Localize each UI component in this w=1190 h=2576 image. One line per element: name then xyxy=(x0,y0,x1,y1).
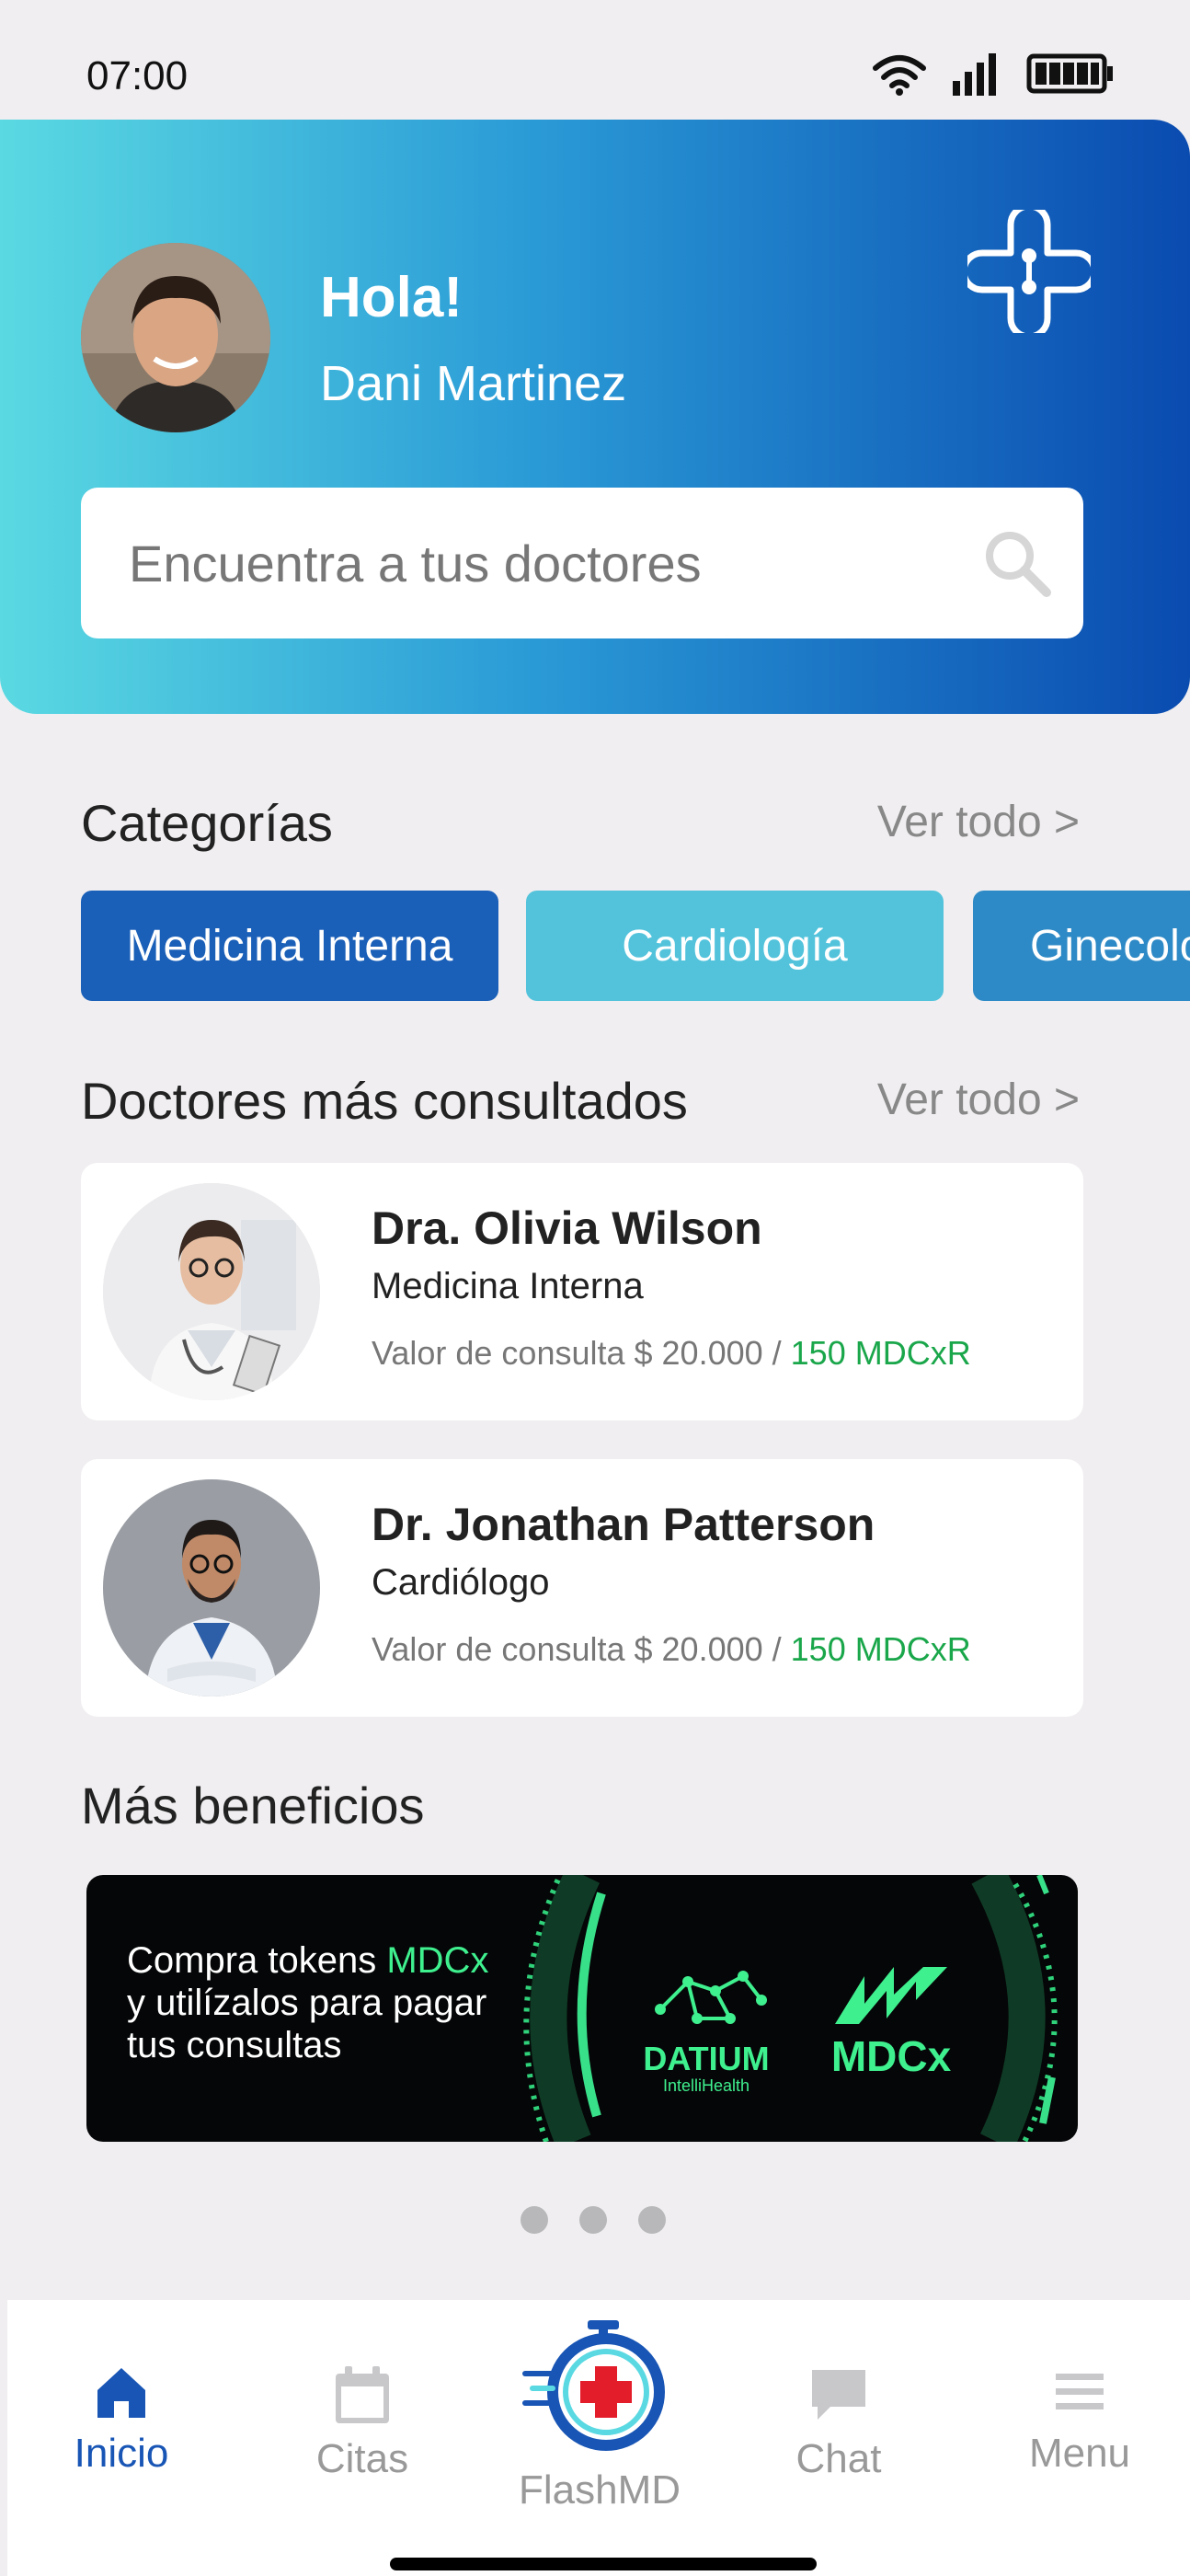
network-icon xyxy=(655,1971,767,2024)
status-time: 07:00 xyxy=(86,53,189,98)
greeting: Hola! xyxy=(320,266,463,329)
category-chip-cardiologia[interactable]: Cardiología xyxy=(526,891,944,1001)
medical-cross-logo-icon[interactable] xyxy=(967,210,1091,333)
carousel-dots xyxy=(521,2206,666,2234)
token-price: 150 MDCxR xyxy=(790,1630,971,1668)
category-chip-ginecologia[interactable]: Ginecología xyxy=(973,891,1190,1001)
categories-see-all-link[interactable]: Ver todo > xyxy=(877,797,1080,847)
status-icons xyxy=(872,52,1115,96)
mdcx-name: MDCx xyxy=(830,2032,952,2080)
banner-line3: tus consultas xyxy=(127,2025,342,2065)
doctors-see-all-link[interactable]: Ver todo > xyxy=(877,1075,1080,1125)
datium-logo: DATIUM IntelliHealth xyxy=(633,1963,780,2096)
categories-title: Categorías xyxy=(81,794,333,852)
carousel-dot[interactable] xyxy=(521,2206,548,2234)
battery-icon xyxy=(1026,53,1113,94)
user-name: Dani Martinez xyxy=(320,356,627,411)
search-input[interactable] xyxy=(129,488,956,638)
doctor-photo xyxy=(103,1479,320,1696)
price-text: Valor de consulta $ 20.000 / xyxy=(372,1630,791,1668)
nav-item-flashmd[interactable]: FlashMD xyxy=(508,2318,692,2513)
datium-name: DATIUM xyxy=(643,2040,770,2077)
banner-highlight: MDCx xyxy=(386,1940,489,1981)
doctor-specialty: Medicina Interna xyxy=(372,1266,644,1306)
doctor-specialty: Cardiólogo xyxy=(372,1562,550,1603)
carousel-dot[interactable] xyxy=(638,2206,666,2234)
nav-item-chat[interactable]: Chat xyxy=(747,2364,931,2482)
doctor-card[interactable]: Dra. Olivia Wilson Medicina Interna Valo… xyxy=(81,1163,1083,1420)
doctor-card[interactable]: Dr. Jonathan Patterson Cardiólogo Valor … xyxy=(81,1459,1083,1717)
nav-label: Citas xyxy=(315,2436,409,2481)
calendar-icon xyxy=(336,2366,389,2423)
benefits-title: Más beneficios xyxy=(81,1777,425,1834)
nav-label: Chat xyxy=(795,2436,882,2481)
doctor-name: Dra. Olivia Wilson xyxy=(372,1202,762,1254)
datium-subtitle: IntelliHealth xyxy=(662,2076,750,2095)
banner-line2: y utilízalos para pagar xyxy=(127,1983,487,2023)
bottom-nav: Inicio Citas FlashMD Chat Menu xyxy=(7,2300,1190,2576)
home-icon xyxy=(97,2368,145,2418)
mdcx-logo: MDCx xyxy=(822,1963,960,2080)
carousel-dot[interactable] xyxy=(579,2206,607,2234)
banner-text: Compra tokens MDCx y utilízalos para pag… xyxy=(127,1939,532,2066)
nav-label: Inicio xyxy=(74,2431,169,2476)
chat-icon xyxy=(812,2370,865,2420)
doctor-photo xyxy=(103,1183,320,1400)
nav-item-menu[interactable]: Menu xyxy=(988,2364,1172,2477)
category-chip-medicina-interna[interactable]: Medicina Interna xyxy=(81,891,498,1001)
menu-icon xyxy=(1056,2374,1104,2409)
mdcx-promo-banner[interactable]: Compra tokens MDCx y utilízalos para pag… xyxy=(86,1875,1078,2142)
header-banner: Hola! Dani Martinez xyxy=(0,120,1190,714)
avatar[interactable] xyxy=(81,243,270,432)
nav-item-citas[interactable]: Citas xyxy=(270,2364,454,2482)
doctors-title: Doctores más consultados xyxy=(81,1072,688,1130)
search-icon[interactable] xyxy=(980,526,1054,600)
nav-label: Menu xyxy=(1028,2431,1131,2476)
mdcx-mark-icon xyxy=(835,1967,947,2024)
wifi-icon xyxy=(873,55,926,96)
doctor-price: Valor de consulta $ 20.000 / 150 MDCxR xyxy=(372,1630,971,1669)
price-text: Valor de consulta $ 20.000 / xyxy=(372,1334,791,1372)
doctor-name: Dr. Jonathan Patterson xyxy=(372,1499,875,1550)
token-price: 150 MDCxR xyxy=(790,1334,971,1372)
search-bar xyxy=(81,488,1083,638)
home-indicator[interactable] xyxy=(390,2558,817,2570)
nav-label: FlashMD xyxy=(518,2467,681,2513)
doctor-price: Valor de consulta $ 20.000 / 150 MDCxR xyxy=(372,1334,971,1373)
flashmd-icon xyxy=(522,2320,665,2451)
signal-icon xyxy=(953,53,996,96)
banner-line1: Compra tokens xyxy=(127,1940,387,1981)
nav-item-inicio[interactable]: Inicio xyxy=(29,2364,213,2477)
